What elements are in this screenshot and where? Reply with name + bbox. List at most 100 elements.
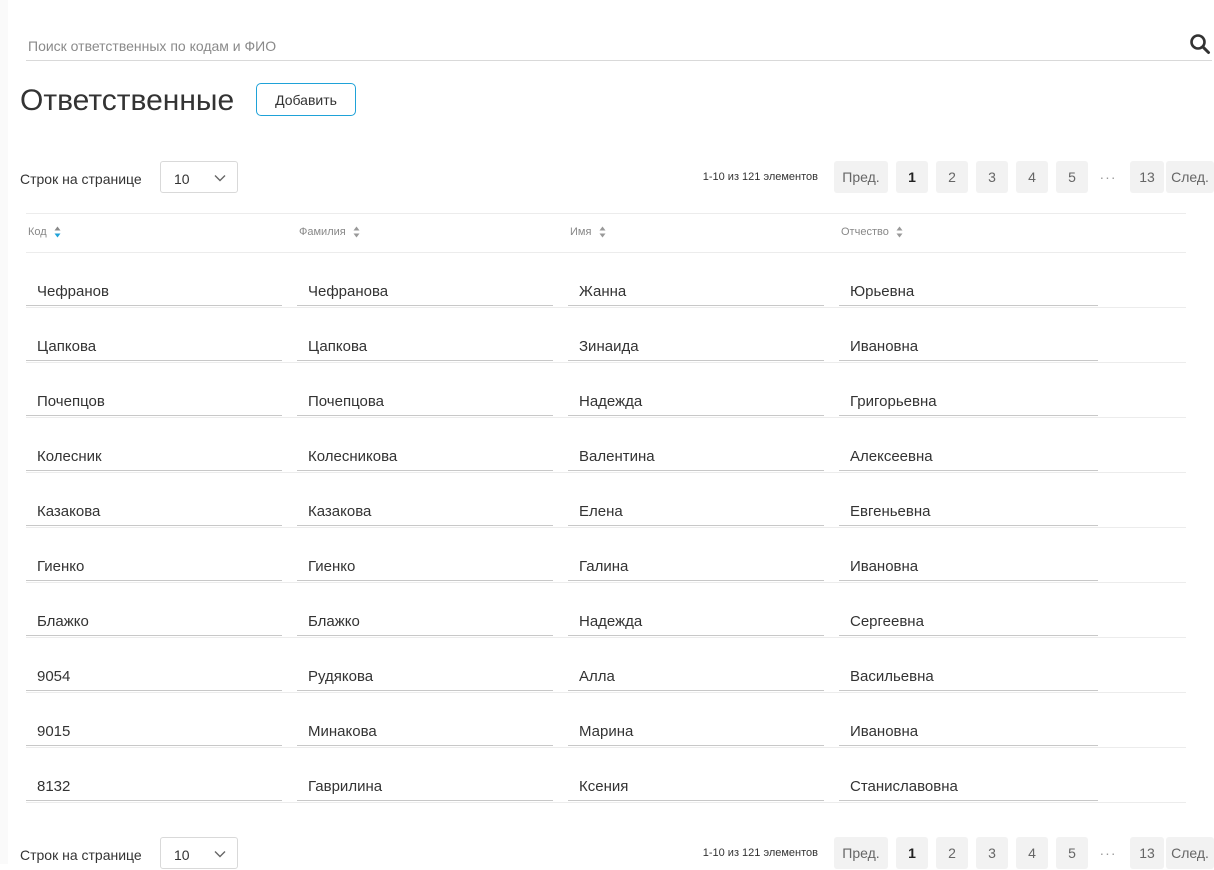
table-header: Код Фамилия Имя Отчество xyxy=(26,213,1186,253)
cell-lastname[interactable]: Казакова xyxy=(297,498,553,526)
sort-icon[interactable] xyxy=(54,226,61,238)
table-body: Чефранов Чефранова Жанна Юрьевна Цапкова… xyxy=(26,252,1186,803)
cell-lastname[interactable]: Почепцова xyxy=(297,388,553,416)
cell-code[interactable]: Блажко xyxy=(26,608,282,636)
cell-lastname[interactable]: Блажко xyxy=(297,608,553,636)
cell-firstname[interactable]: Зинаида xyxy=(568,333,824,361)
table-row[interactable]: 9054 Рудякова Алла Васильевна xyxy=(26,637,1186,693)
cell-patronymic[interactable]: Сергеевна xyxy=(839,608,1098,636)
cell-patronymic[interactable]: Алексеевна xyxy=(839,443,1098,471)
cell-code[interactable]: 8132 xyxy=(26,773,282,801)
pagination-top: Строк на странице 10 1-10 из 121 элемент… xyxy=(20,160,1214,194)
next-page-button[interactable]: След. xyxy=(1166,161,1214,193)
rows-per-page-label: Строк на странице xyxy=(20,171,142,187)
cell-lastname[interactable]: Минакова xyxy=(297,718,553,746)
rows-per-page-label: Строк на странице xyxy=(20,847,142,863)
range-text: 1-10 из 121 элементов xyxy=(702,847,818,859)
pager: 1-10 из 121 элементов Пред. 1 2 3 4 5 ··… xyxy=(654,160,1214,194)
cell-patronymic[interactable]: Юрьевна xyxy=(839,278,1098,306)
page-button-1[interactable]: 1 xyxy=(896,837,928,869)
page-button-13[interactable]: 13 xyxy=(1130,161,1164,193)
cell-code[interactable]: Казакова xyxy=(26,498,282,526)
cell-lastname[interactable]: Чефранова xyxy=(297,278,553,306)
page-button-4[interactable]: 4 xyxy=(1016,161,1048,193)
page-button-13[interactable]: 13 xyxy=(1130,837,1164,869)
page-title: Ответственные xyxy=(20,84,235,117)
add-button[interactable]: Добавить xyxy=(256,83,356,116)
cell-lastname[interactable]: Гаврилина xyxy=(297,773,553,801)
cell-firstname[interactable]: Алла xyxy=(568,663,824,691)
rows-per-page-select[interactable]: 10 xyxy=(160,837,238,869)
cell-lastname[interactable]: Гиенко xyxy=(297,553,553,581)
search-field[interactable]: Поиск ответственных по кодам и ФИО xyxy=(26,30,1212,61)
table-row[interactable]: 8132 Гаврилина Ксения Станиславовна xyxy=(26,747,1186,803)
table-row[interactable]: Колесник Колесникова Валентина Алексеевн… xyxy=(26,417,1186,473)
sort-icon[interactable] xyxy=(896,226,903,238)
page-button-5[interactable]: 5 xyxy=(1056,161,1088,193)
cell-patronymic[interactable]: Станиславовна xyxy=(839,773,1098,801)
table-row[interactable]: Чефранов Чефранова Жанна Юрьевна xyxy=(26,252,1186,308)
page-button-3[interactable]: 3 xyxy=(976,161,1008,193)
pagination-bottom: Строк на странице 10 1-10 из 121 элемент… xyxy=(20,836,1214,870)
cell-lastname[interactable]: Цапкова xyxy=(297,333,553,361)
cell-patronymic[interactable]: Григорьевна xyxy=(839,388,1098,416)
next-page-button[interactable]: След. xyxy=(1166,837,1214,869)
cell-code[interactable]: Цапкова xyxy=(26,333,282,361)
cell-firstname[interactable]: Елена xyxy=(568,498,824,526)
cell-firstname[interactable]: Надежда xyxy=(568,608,824,636)
cell-code[interactable]: Гиенко xyxy=(26,553,282,581)
table-row[interactable]: Блажко Блажко Надежда Сергеевна xyxy=(26,582,1186,638)
cell-code[interactable]: Почепцов xyxy=(26,388,282,416)
page-button-4[interactable]: 4 xyxy=(1016,837,1048,869)
pagination-ellipsis: ··· xyxy=(1099,169,1117,185)
rows-per-page-value: 10 xyxy=(174,847,190,863)
cell-code[interactable]: 9015 xyxy=(26,718,282,746)
page-button-3[interactable]: 3 xyxy=(976,837,1008,869)
column-header-lastname[interactable]: Фамилия xyxy=(299,226,360,238)
cell-code[interactable]: 9054 xyxy=(26,663,282,691)
column-header-label: Имя xyxy=(570,226,592,238)
row-divider xyxy=(26,802,1186,803)
cell-firstname[interactable]: Ксения xyxy=(568,773,824,801)
column-header-firstname[interactable]: Имя xyxy=(570,226,606,238)
chevron-down-icon xyxy=(214,175,226,182)
pager: 1-10 из 121 элементов Пред. 1 2 3 4 5 ··… xyxy=(654,836,1214,870)
column-header-label: Код xyxy=(28,226,47,238)
sort-icon[interactable] xyxy=(599,226,606,238)
cell-firstname[interactable]: Валентина xyxy=(568,443,824,471)
pagination-ellipsis: ··· xyxy=(1099,845,1117,861)
cell-firstname[interactable]: Марина xyxy=(568,718,824,746)
cell-patronymic[interactable]: Ивановна xyxy=(839,333,1098,361)
cell-lastname[interactable]: Рудякова xyxy=(297,663,553,691)
prev-page-button[interactable]: Пред. xyxy=(834,837,888,869)
rows-per-page-value: 10 xyxy=(174,171,190,187)
prev-page-button[interactable]: Пред. xyxy=(834,161,888,193)
page-button-5[interactable]: 5 xyxy=(1056,837,1088,869)
table-row[interactable]: Почепцов Почепцова Надежда Григорьевна xyxy=(26,362,1186,418)
search-icon[interactable] xyxy=(1188,32,1212,56)
cell-lastname[interactable]: Колесникова xyxy=(297,443,553,471)
column-header-patronymic[interactable]: Отчество xyxy=(841,226,903,238)
cell-firstname[interactable]: Галина xyxy=(568,553,824,581)
page-button-2[interactable]: 2 xyxy=(936,837,968,869)
table-row[interactable]: Цапкова Цапкова Зинаида Ивановна xyxy=(26,307,1186,363)
column-header-code[interactable]: Код xyxy=(28,226,61,238)
cell-patronymic[interactable]: Васильевна xyxy=(839,663,1098,691)
cell-patronymic[interactable]: Евгеньевна xyxy=(839,498,1098,526)
table-row[interactable]: 9015 Минакова Марина Ивановна xyxy=(26,692,1186,748)
cell-patronymic[interactable]: Ивановна xyxy=(839,553,1098,581)
cell-code[interactable]: Чефранов xyxy=(26,278,282,306)
table-row[interactable]: Казакова Казакова Елена Евгеньевна xyxy=(26,472,1186,528)
rows-per-page-select[interactable]: 10 xyxy=(160,161,238,193)
column-header-label: Фамилия xyxy=(299,226,346,238)
table-row[interactable]: Гиенко Гиенко Галина Ивановна xyxy=(26,527,1186,583)
sort-icon[interactable] xyxy=(353,226,360,238)
range-text: 1-10 из 121 элементов xyxy=(702,171,818,183)
page-button-2[interactable]: 2 xyxy=(936,161,968,193)
cell-firstname[interactable]: Надежда xyxy=(568,388,824,416)
cell-patronymic[interactable]: Ивановна xyxy=(839,718,1098,746)
cell-code[interactable]: Колесник xyxy=(26,443,282,471)
cell-firstname[interactable]: Жанна xyxy=(568,278,824,306)
page-button-1[interactable]: 1 xyxy=(896,161,928,193)
search-input[interactable]: Поиск ответственных по кодам и ФИО xyxy=(28,38,276,54)
